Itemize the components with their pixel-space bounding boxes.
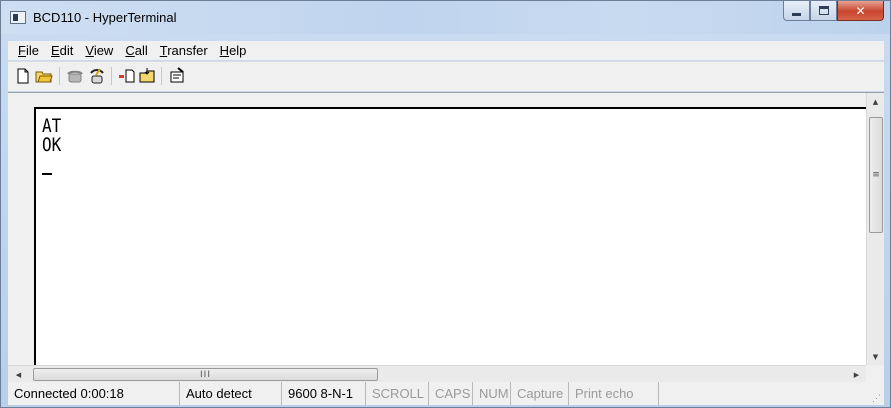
terminal-client-area: AT OK ▲ ≡ ▼ ◀ III ▶ — [8, 92, 884, 382]
call-icon[interactable] — [66, 67, 84, 85]
menu-view[interactable]: View — [79, 43, 119, 58]
menu-call-accel: C — [125, 43, 135, 58]
vertical-scroll-thumb[interactable]: ≡ — [869, 117, 883, 233]
status-scroll: SCROLL — [366, 382, 429, 405]
scroll-up-arrow-icon[interactable]: ▲ — [867, 93, 884, 110]
minimize-button[interactable] — [783, 1, 810, 21]
menu-edit[interactable]: Edit — [45, 43, 79, 58]
close-icon: ✕ — [855, 3, 866, 18]
terminal-line: OK — [42, 133, 62, 156]
status-emulation: Auto detect — [180, 382, 282, 405]
status-capture: Capture — [511, 382, 569, 405]
menu-call-label: all — [134, 43, 148, 58]
disconnect-icon[interactable] — [88, 67, 106, 85]
maximize-button[interactable] — [810, 1, 837, 21]
terminal-cursor — [42, 173, 52, 175]
status-connection-time: Connected 0:00:18 — [8, 382, 180, 405]
menu-file-accel: F — [18, 43, 26, 58]
menu-edit-label: dit — [59, 43, 74, 58]
status-print-echo: Print echo — [569, 382, 659, 405]
toolbar-separator — [111, 67, 112, 85]
new-connection-icon[interactable] — [14, 67, 32, 85]
title-bar[interactable]: BCD110 - HyperTerminal ✕ — [1, 1, 890, 34]
menu-edit-accel: E — [50, 43, 60, 58]
toolbar — [8, 61, 884, 91]
menu-file-label: ile — [25, 43, 39, 58]
hyperterminal-window: BCD110 - HyperTerminal ✕ File Edit View … — [0, 0, 891, 408]
menu-transfer[interactable]: Transfer — [154, 43, 214, 58]
menu-help-accel: H — [219, 43, 230, 58]
terminal-screen[interactable]: AT OK — [34, 107, 876, 365]
receive-icon[interactable] — [138, 67, 156, 85]
terminal-line: AT — [42, 114, 62, 137]
app-icon[interactable] — [10, 11, 26, 24]
window-controls: ✕ — [783, 1, 884, 22]
toolbar-separator — [161, 67, 162, 85]
menu-help-label: elp — [229, 43, 247, 58]
vertical-scrollbar[interactable]: ▲ ≡ ▼ — [866, 93, 884, 365]
minimize-icon — [792, 12, 801, 16]
menu-file[interactable]: File — [12, 43, 45, 58]
resize-grip-icon[interactable] — [659, 382, 884, 405]
status-num: NUM — [473, 382, 511, 405]
menu-transfer-label: ransfer — [167, 43, 208, 58]
toolbar-separator — [59, 67, 60, 85]
menu-view-label: iew — [93, 43, 114, 58]
menu-view-accel: V — [85, 43, 94, 58]
status-port-settings: 9600 8-N-1 — [282, 382, 366, 405]
send-icon[interactable] — [118, 67, 136, 85]
scrollbar-corner — [866, 365, 884, 382]
status-caps: CAPS — [429, 382, 473, 405]
menu-help[interactable]: Help — [214, 43, 253, 58]
scroll-down-arrow-icon[interactable]: ▼ — [867, 348, 884, 365]
menu-call[interactable]: Call — [119, 43, 153, 58]
horizontal-scrollbar[interactable]: ◀ III ▶ — [8, 365, 884, 382]
status-bar: Connected 0:00:18 Auto detect 9600 8-N-1… — [8, 382, 884, 405]
properties-icon[interactable] — [168, 67, 186, 85]
window-title: BCD110 - HyperTerminal — [33, 10, 177, 25]
maximize-icon — [818, 6, 829, 15]
scroll-right-arrow-icon[interactable]: ▶ — [848, 366, 865, 383]
horizontal-scroll-thumb[interactable]: III — [33, 368, 378, 381]
menu-bar: File Edit View Call Transfer Help — [8, 41, 884, 60]
close-button[interactable]: ✕ — [837, 1, 884, 21]
open-icon[interactable] — [35, 67, 53, 85]
scroll-left-arrow-icon[interactable]: ◀ — [10, 366, 27, 383]
